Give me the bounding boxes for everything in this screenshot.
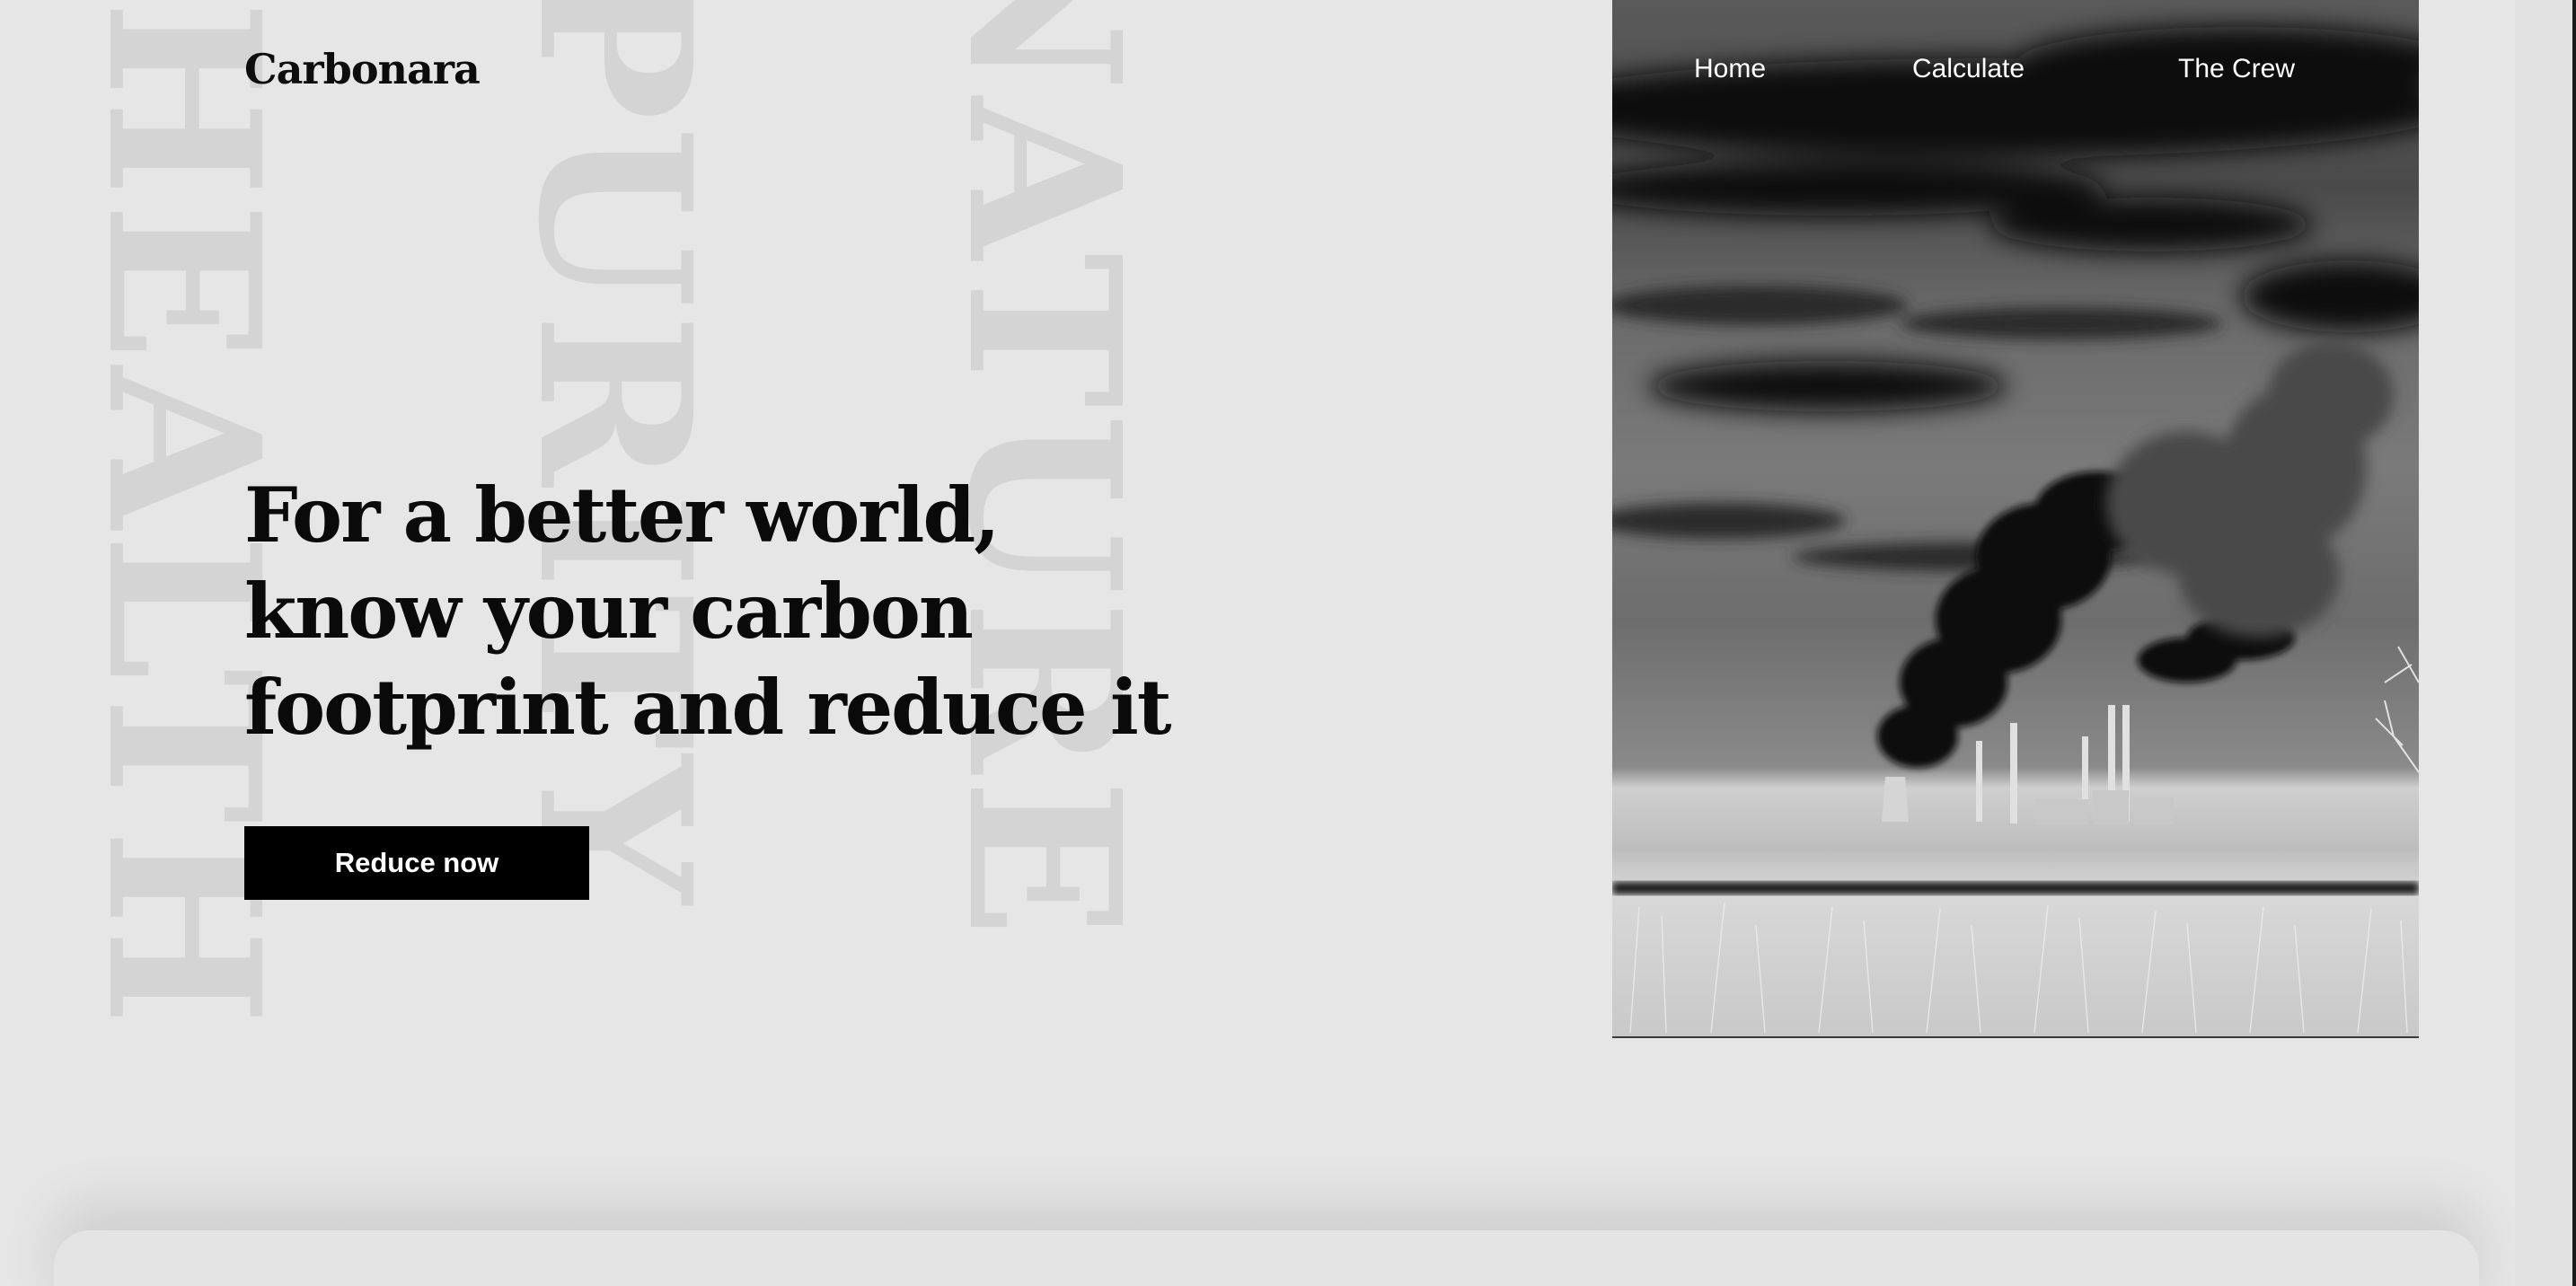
main-nav: Home Calculate The Crew — [1612, 54, 2419, 93]
landing-page: HEALTH PURITY NATURE Carbonara For a bet… — [0, 0, 2576, 1286]
nav-link-home[interactable]: Home — [1694, 54, 1766, 84]
footer-card-edge — [54, 1230, 2479, 1286]
brand-logo[interactable]: Carbonara — [244, 45, 481, 93]
nav-link-calculate[interactable]: Calculate — [1912, 54, 2025, 84]
window-edge-divider — [2572, 0, 2576, 1286]
power-plant-illustration — [1612, 27, 2419, 1034]
watermark-purity: PURITY — [492, 0, 737, 910]
nav-link-the-crew[interactable]: The Crew — [2178, 54, 2295, 84]
right-gutter — [2515, 0, 2572, 1286]
hero-headline: For a better world, know your carbon foo… — [244, 471, 1172, 752]
reduce-now-button[interactable]: Reduce now — [244, 826, 589, 900]
hero-image — [1612, 0, 2419, 1038]
